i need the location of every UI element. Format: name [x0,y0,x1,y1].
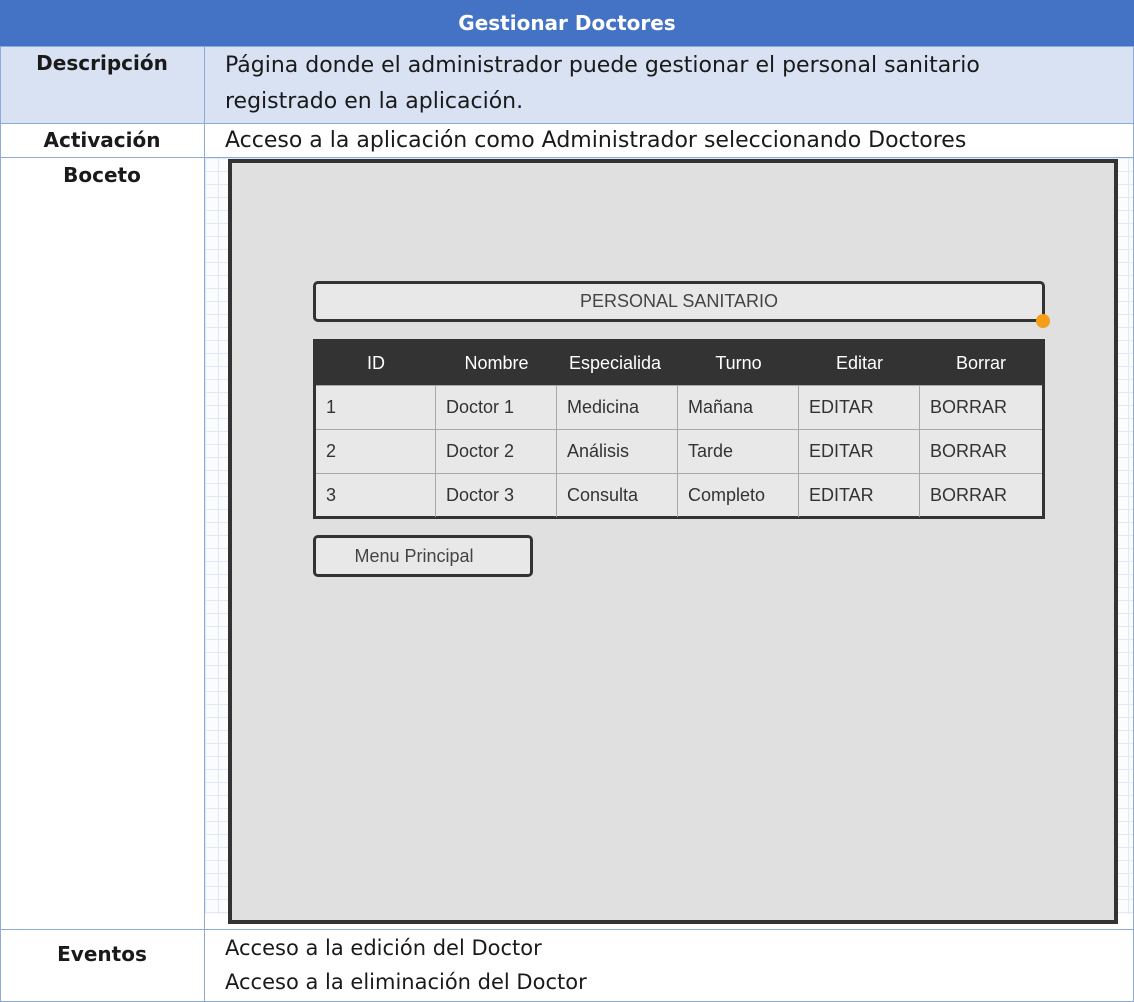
cell-especialidad: Análisis [557,430,678,473]
delete-action[interactable]: BORRAR [920,430,1042,473]
cell-nombre: Doctor 2 [436,430,557,473]
delete-action[interactable]: BORRAR [920,474,1042,517]
events-text-line-1: Acceso a la edición del Doctor [225,936,542,960]
cell-id: 1 [316,386,436,429]
cell-nombre: Doctor 1 [436,386,557,429]
cell-id: 2 [316,430,436,473]
description-text-line-1: Página donde el administrador puede gest… [225,53,980,78]
edit-action[interactable]: EDITAR [799,430,920,473]
edit-action[interactable]: EDITAR [799,386,920,429]
column-divider [204,46,205,1002]
column-header-id: ID [367,353,385,373]
cell-turno: Mañana [678,386,799,429]
edit-action[interactable]: EDITAR [799,474,920,517]
description-text-line-2: registrado en la aplicación. [225,89,524,114]
table-row: 2 Doctor 2 Análisis Tarde EDITAR BORRAR [316,429,1042,473]
cell-especialidad: Consulta [557,474,678,517]
events-text-line-2: Acceso a la eliminación del Doctor [225,970,587,994]
doctors-table: ID Nombre Especialida Turno Editar Borra… [313,339,1045,519]
resize-handle-icon [1036,314,1050,328]
main-menu-button[interactable]: Menu Principal [313,535,533,577]
column-header-editar: Editar [835,353,884,373]
cell-id: 3 [316,474,436,517]
cell-turno: Completo [678,474,799,517]
column-header-especialidad: Especialida [569,353,662,373]
row-divider [0,929,1134,930]
table-row: 1 Doctor 1 Medicina Mañana EDITAR BORRAR [316,385,1042,429]
row-divider [0,46,1134,47]
sketch-label: Boceto [63,163,141,187]
table-row: 3 Doctor 3 Consulta Completo EDITAR BORR… [316,473,1042,517]
use-case-document: Gestionar Doctores Descripción Página do… [0,0,1134,1002]
column-header-turno: Turno [715,353,762,373]
cell-turno: Tarde [678,430,799,473]
column-header-borrar: Borrar [955,353,1006,373]
title-bar: Gestionar Doctores [0,0,1134,46]
delete-action[interactable]: BORRAR [920,386,1042,429]
row-divider [0,157,1134,158]
column-header-nombre: Nombre [464,353,529,373]
events-label: Eventos [57,942,147,966]
cell-especialidad: Medicina [557,386,678,429]
cell-nombre: Doctor 3 [436,474,557,517]
description-label: Descripción [36,51,168,75]
row-divider [0,123,1134,124]
document-title: Gestionar Doctores [458,11,676,35]
table-left-border [0,46,1,1002]
personal-sanitario-heading: PERSONAL SANITARIO [579,291,779,311]
activation-label: Activación [43,128,161,152]
personal-sanitario-heading-box: PERSONAL SANITARIO [313,281,1045,322]
table-header: ID Nombre Especialida Turno Editar Borra… [316,342,1042,385]
activation-text: Acceso a la aplicación como Administrado… [225,128,967,153]
main-menu-button-label: Menu Principal [354,545,474,566]
